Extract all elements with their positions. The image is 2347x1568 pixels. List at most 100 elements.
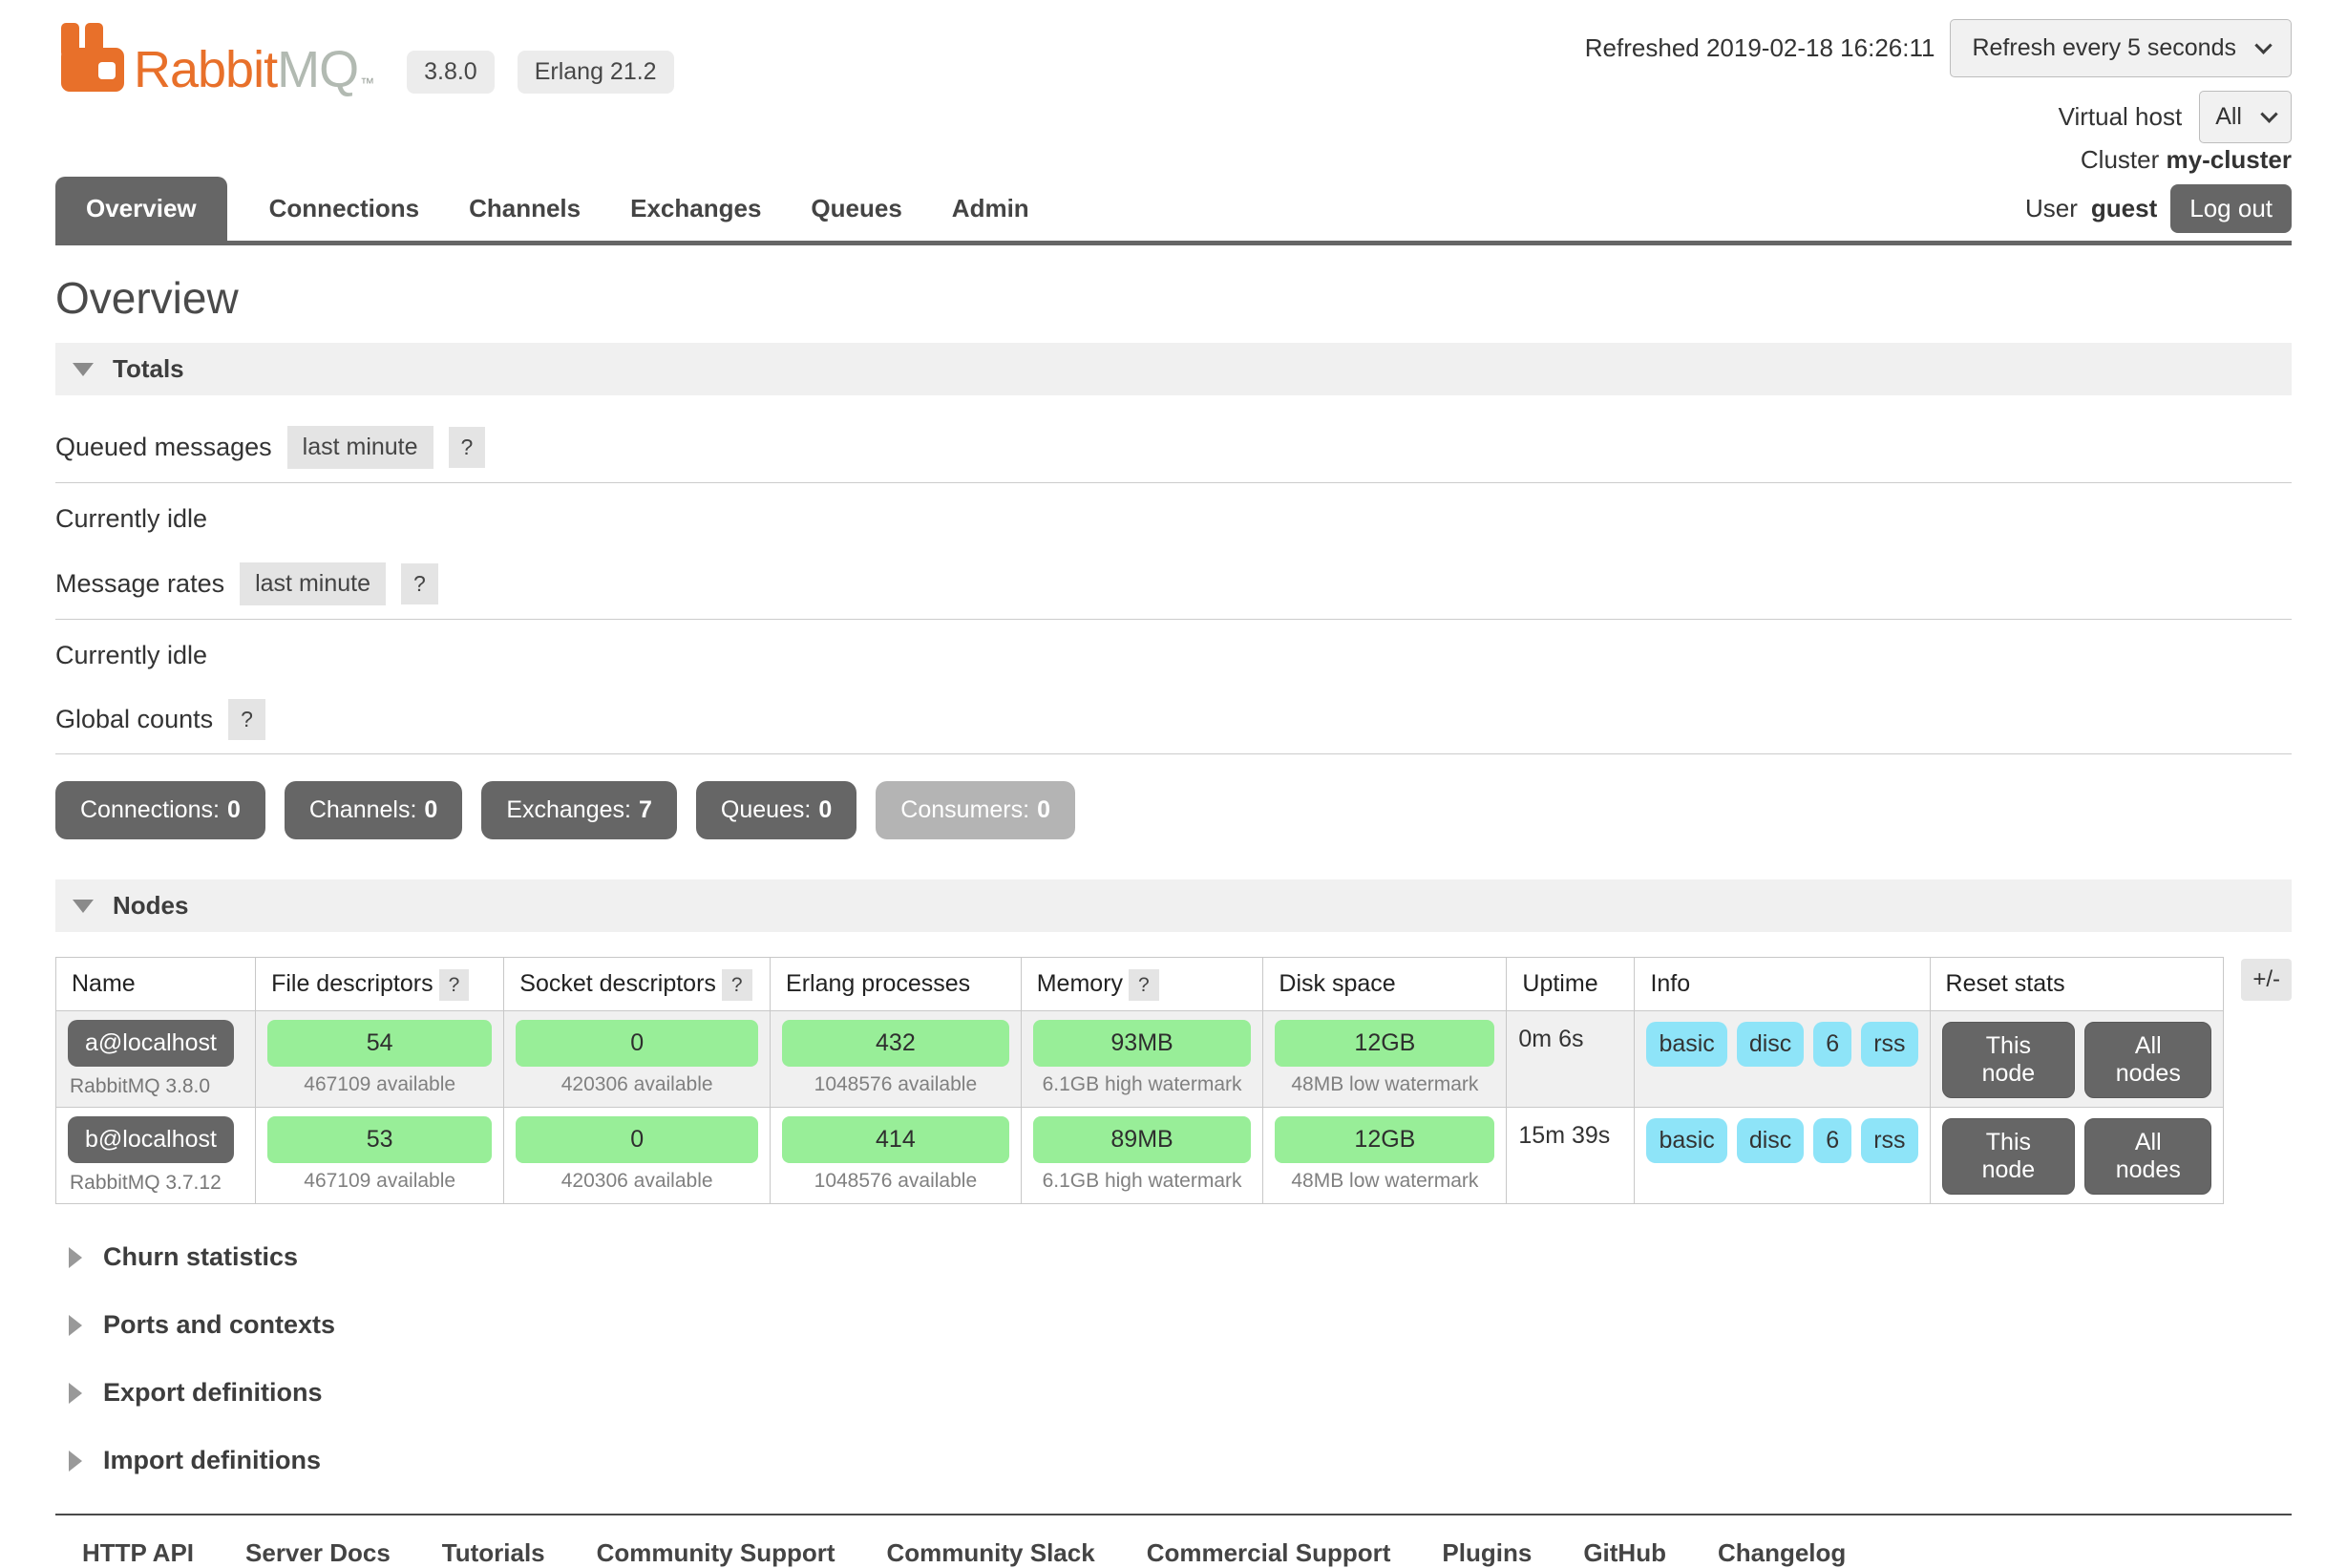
node-name-badge[interactable]: b@localhost (68, 1116, 234, 1163)
virtual-host-label: Virtual host (2059, 102, 2183, 132)
disk-value: 12GB (1275, 1020, 1494, 1067)
global-counts-help-icon[interactable]: ? (228, 699, 265, 740)
footer-link-community-support[interactable]: Community Support (597, 1538, 835, 1568)
churn-statistics-label: Churn statistics (103, 1242, 298, 1272)
file-descriptors-help-icon[interactable]: ? (439, 969, 470, 1001)
footer-link-changelog[interactable]: Changelog (1718, 1538, 1846, 1568)
footer-link-tutorials[interactable]: Tutorials (442, 1538, 545, 1568)
sd-available: 420306 available (516, 1073, 758, 1096)
cluster-info: Cluster my-cluster (2025, 145, 2292, 175)
header: RabbitMQ ™ 3.8.0 Erlang 21.2 Refreshed 2… (55, 19, 2292, 143)
message-rates-row: Message rates last minute ? (55, 557, 2292, 620)
rabbitmq-overview-page: RabbitMQ ™ 3.8.0 Erlang 21.2 Refreshed 2… (0, 0, 2347, 1568)
connections-counter-value: 0 (227, 796, 241, 823)
reset-all-nodes-button[interactable]: All nodes (2084, 1022, 2211, 1098)
queued-messages-idle-text: Currently idle (55, 483, 2292, 557)
nodes-table-wrap: Name File descriptors? Socket descriptor… (55, 957, 2292, 1204)
tab-admin[interactable]: Admin (944, 177, 1037, 241)
nodes-section-header[interactable]: Nodes (55, 879, 2292, 932)
info-badge-rss: rss (1861, 1022, 1917, 1067)
info-badge-basic: basic (1646, 1022, 1726, 1067)
tab-queues[interactable]: Queues (803, 177, 909, 241)
footer-link-http-api[interactable]: HTTP API (82, 1538, 194, 1568)
reset-stats-cell: This node All nodes (1930, 1011, 2224, 1108)
tab-exchanges[interactable]: Exchanges (623, 177, 769, 241)
message-rates-idle-text: Currently idle (55, 620, 2292, 693)
memory-cell: 93MB 6.1GB high watermark (1021, 1011, 1263, 1108)
node-name-badge[interactable]: a@localhost (68, 1020, 234, 1067)
nodes-header-row: Name File descriptors? Socket descriptor… (56, 958, 2224, 1011)
node-row-b: b@localhost RabbitMQ 3.7.12 53 467109 av… (56, 1108, 2224, 1204)
channels-counter[interactable]: Channels:0 (285, 781, 462, 839)
socket-descriptors-help-icon[interactable]: ? (722, 969, 752, 1001)
uptime-value: 15m 39s (1518, 1116, 1622, 1150)
message-rates-range-badge[interactable]: last minute (240, 562, 386, 605)
queued-messages-help-icon[interactable]: ? (449, 427, 486, 468)
queues-counter-value: 0 (818, 796, 832, 823)
node-name-cell: a@localhost RabbitMQ 3.8.0 (56, 1011, 256, 1108)
reset-all-nodes-button[interactable]: All nodes (2084, 1118, 2211, 1195)
fd-available: 467109 available (267, 1073, 492, 1096)
connections-counter[interactable]: Connections:0 (55, 781, 265, 839)
memory-value: 89MB (1033, 1116, 1252, 1163)
refresh-interval-select[interactable]: Refresh every 5 seconds (1950, 19, 2292, 77)
trademark-symbol: ™ (360, 75, 374, 95)
logo[interactable]: RabbitMQ ™ 3.8.0 Erlang 21.2 (55, 19, 674, 95)
ports-and-contexts-section[interactable]: Ports and contexts (69, 1310, 2292, 1340)
info-badge-disc: disc (1737, 1022, 1804, 1067)
col-erlang-processes: Erlang processes (771, 958, 1022, 1011)
memory-watermark: 6.1GB high watermark (1033, 1073, 1252, 1096)
import-definitions-section[interactable]: Import definitions (69, 1446, 2292, 1475)
column-toggle-button[interactable]: +/- (2241, 959, 2292, 1001)
channels-counter-label: Channels: (309, 796, 417, 823)
footer-link-commercial-support[interactable]: Commercial Support (1147, 1538, 1391, 1568)
chevron-down-icon (2254, 36, 2272, 53)
queued-messages-range-badge[interactable]: last minute (287, 426, 433, 469)
proc-value: 414 (782, 1116, 1009, 1163)
brand-wordmark: RabbitMQ (134, 44, 358, 95)
footer-link-plugins[interactable]: Plugins (1442, 1538, 1532, 1568)
footer: HTTP API Server Docs Tutorials Community… (55, 1514, 2292, 1568)
message-rates-label: Message rates (55, 569, 224, 599)
footer-link-server-docs[interactable]: Server Docs (245, 1538, 391, 1568)
nav-bar: Overview Connections Channels Exchanges … (55, 145, 2292, 245)
tab-connections[interactable]: Connections (262, 177, 427, 241)
memory-help-icon[interactable]: ? (1129, 969, 1159, 1001)
nav-tabs: Overview Connections Channels Exchanges … (55, 177, 1037, 241)
tab-channels[interactable]: Channels (461, 177, 588, 241)
info-cell: basic disc 6 rss (1635, 1011, 1930, 1108)
queues-counter[interactable]: Queues:0 (696, 781, 856, 839)
reset-this-node-button[interactable]: This node (1942, 1118, 2076, 1195)
consumers-counter-value: 0 (1037, 796, 1050, 823)
exchanges-counter[interactable]: Exchanges: 7 (481, 781, 677, 839)
uptime-value: 0m 6s (1518, 1020, 1622, 1053)
global-counts-label: Global counts (55, 705, 213, 734)
header-right: Refreshed 2019-02-18 16:26:11 Refresh ev… (1585, 19, 2292, 143)
footer-link-community-slack[interactable]: Community Slack (887, 1538, 1095, 1568)
sd-cell: 0 420306 available (504, 1011, 771, 1108)
reset-this-node-button[interactable]: This node (1942, 1022, 2076, 1098)
exchanges-counter-value: 7 (639, 796, 652, 823)
footer-link-github[interactable]: GitHub (1583, 1538, 1666, 1568)
info-badge-basic: basic (1646, 1118, 1726, 1163)
disk-value: 12GB (1275, 1116, 1494, 1163)
node-name-cell: b@localhost RabbitMQ 3.7.12 (56, 1108, 256, 1204)
virtual-host-select[interactable]: All (2199, 91, 2292, 143)
message-rates-help-icon[interactable]: ? (401, 563, 438, 604)
nodes-section-label: Nodes (113, 891, 188, 921)
fd-value: 53 (267, 1116, 492, 1163)
export-definitions-section[interactable]: Export definitions (69, 1378, 2292, 1408)
tab-overview[interactable]: Overview (55, 177, 227, 241)
totals-section-header[interactable]: Totals (55, 343, 2292, 395)
exchanges-counter-label: Exchanges: (506, 796, 631, 823)
page-title: Overview (55, 272, 2292, 324)
expand-triangle-icon (69, 1247, 82, 1268)
consumers-counter: Consumers: 0 (876, 781, 1075, 839)
consumers-counter-label: Consumers: (900, 796, 1029, 823)
churn-statistics-section[interactable]: Churn statistics (69, 1242, 2292, 1272)
logout-button[interactable]: Log out (2170, 184, 2292, 233)
fd-available: 467109 available (267, 1170, 492, 1193)
sd-available: 420306 available (516, 1170, 758, 1193)
sd-value: 0 (516, 1116, 758, 1163)
collapse-triangle-icon (73, 363, 94, 376)
